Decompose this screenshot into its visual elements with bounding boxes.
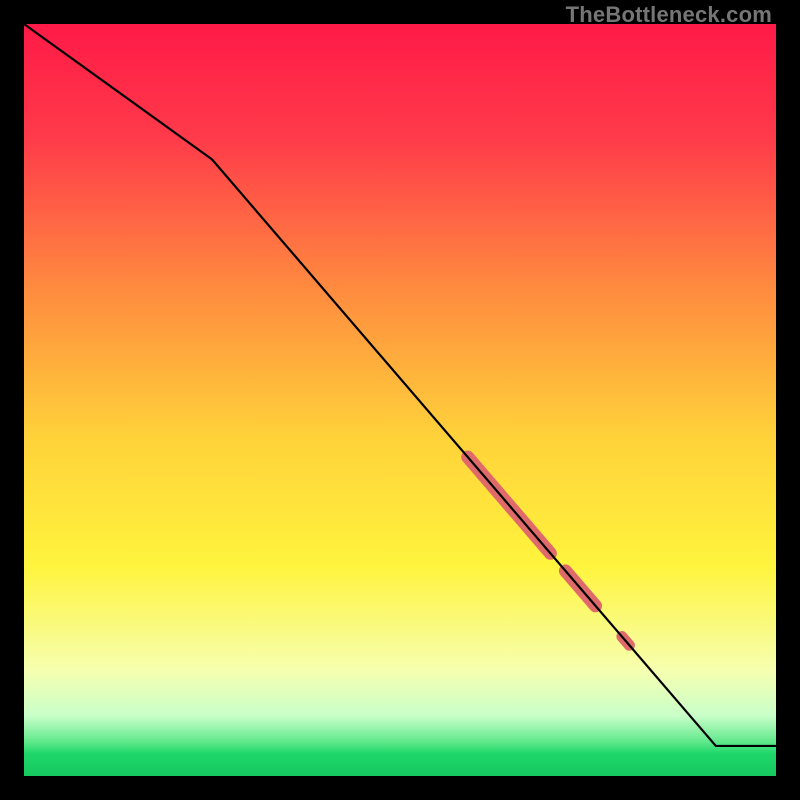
line-plot xyxy=(24,24,776,776)
chart-area xyxy=(24,24,776,776)
watermark-text: TheBottleneck.com xyxy=(566,2,772,28)
